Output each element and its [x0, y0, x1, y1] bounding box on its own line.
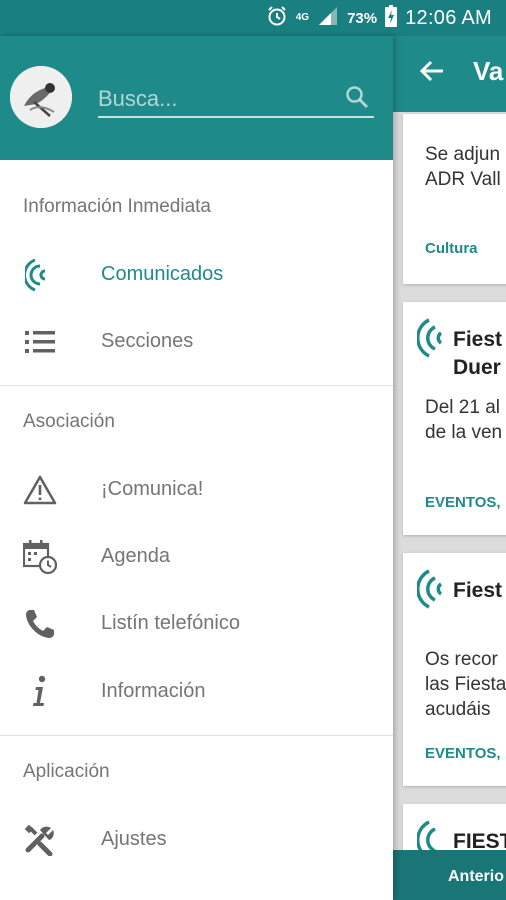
back-arrow-icon[interactable]	[419, 58, 445, 89]
card-tag[interactable]: EVENTOS,	[425, 745, 501, 762]
drawer-header	[0, 36, 393, 160]
network-type: 4G	[295, 12, 310, 23]
menu-label: Ajustes	[101, 828, 167, 850]
card-text: las Fiesta	[425, 674, 506, 695]
menu-item-comunica[interactable]: ¡Comunica!	[0, 456, 393, 522]
signal-icon	[317, 6, 339, 31]
section-title-informacion-inmediata: Información Inmediata	[23, 196, 211, 217]
menu-label: Listín telefónico	[101, 612, 240, 634]
menu-label: Secciones	[101, 330, 194, 352]
warning-icon	[22, 472, 58, 508]
phone-icon	[22, 606, 58, 642]
news-card[interactable]: Fiest Os recor las Fiesta acudáis EVENTO…	[403, 553, 506, 786]
calendar-icon	[22, 889, 58, 900]
card-tag[interactable]: EVENTOS,	[425, 494, 501, 511]
menu-item-comunicados[interactable]: Comunicados	[0, 241, 393, 307]
calendar-clock-icon	[22, 539, 58, 575]
menu-item-informacion[interactable]: Información	[0, 658, 393, 724]
divider	[0, 385, 393, 386]
menu-label: ¡Comunica!	[101, 478, 204, 500]
card-text: de la ven	[425, 422, 503, 443]
background-title: Va	[473, 56, 504, 86]
card-title: Fiest	[453, 579, 503, 602]
menu-label: Comunicados	[101, 263, 224, 285]
card-tag[interactable]: Cultura	[425, 240, 478, 257]
search-input[interactable]	[98, 84, 328, 114]
menu-item-agenda[interactable]: Agenda	[0, 523, 393, 589]
status-bar: 4G 73% 12:06 AM	[0, 0, 506, 36]
card-text: ADR Vall	[425, 169, 501, 190]
background-screen: Va Se adjun ADR Vall Cultura Fiest Duer …	[393, 36, 506, 900]
menu-label: Información	[101, 680, 206, 702]
card-text: Del 21 al	[425, 397, 500, 418]
card-title: Fiest	[453, 328, 503, 351]
navigation-drawer: Información Inmediata Comunicados Seccio…	[0, 36, 393, 900]
news-card[interactable]: Se adjun ADR Vall Cultura	[403, 114, 506, 284]
battery-percent: 73%	[347, 9, 378, 27]
card-text: Os recor	[425, 649, 498, 670]
section-title-asociacion: Asociación	[23, 411, 115, 432]
info-icon	[22, 674, 58, 710]
previous-button[interactable]: Anterio	[393, 850, 506, 900]
background-toolbar: Va	[393, 36, 506, 112]
menu-item-partial[interactable]	[0, 873, 393, 900]
avatar[interactable]	[10, 66, 72, 128]
divider	[0, 735, 393, 736]
clock: 12:06 AM	[405, 6, 492, 29]
card-text: Se adjun	[425, 144, 501, 165]
section-title-aplicacion: Aplicación	[23, 761, 110, 782]
search-icon[interactable]	[344, 84, 370, 115]
card-title: Duer	[453, 356, 501, 379]
broadcast-icon	[416, 316, 447, 365]
menu-item-secciones[interactable]: Secciones	[0, 308, 393, 374]
battery-charging-icon	[385, 4, 398, 32]
broadcast-icon	[22, 257, 58, 293]
broadcast-icon	[416, 567, 447, 616]
alarm-icon	[266, 5, 288, 32]
search-box	[98, 80, 374, 118]
news-card[interactable]: Fiest Duer Del 21 al de la ven EVENTOS,	[403, 302, 506, 535]
menu-item-ajustes[interactable]: Ajustes	[0, 806, 393, 872]
menu-item-listin-telefonico[interactable]: Listín telefónico	[0, 590, 393, 656]
menu-label: Agenda	[101, 545, 170, 567]
card-text: acudáis	[425, 699, 491, 720]
list-icon	[22, 324, 58, 360]
tools-icon	[22, 822, 58, 858]
